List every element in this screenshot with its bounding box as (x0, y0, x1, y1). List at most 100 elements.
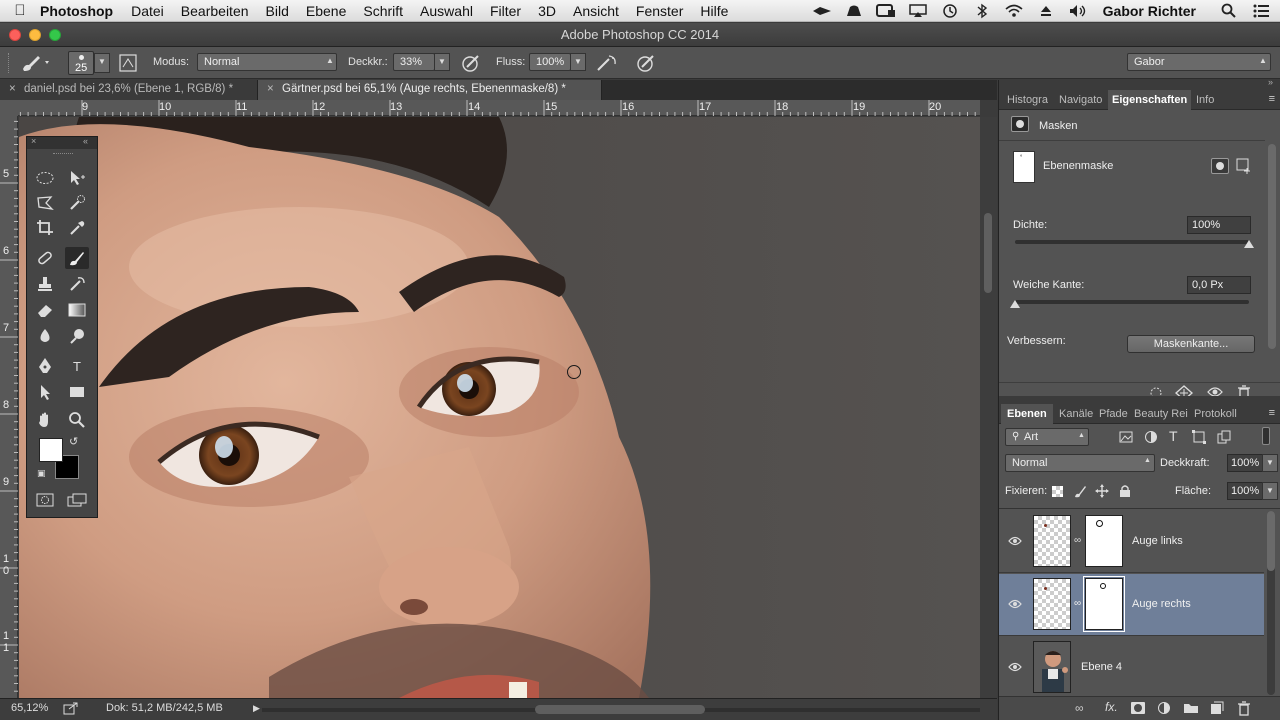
tab-info[interactable]: Info (1196, 90, 1214, 110)
export-icon[interactable] (63, 701, 79, 718)
hat-icon[interactable] (843, 3, 865, 19)
apple-icon[interactable]:  (0, 2, 40, 19)
collapse-dock-icon[interactable]: » (1268, 77, 1273, 87)
menu-ebene[interactable]: Ebene (306, 3, 346, 19)
menu-datei[interactable]: Datei (131, 3, 164, 19)
spotlight-search-icon[interactable] (1218, 3, 1240, 19)
link-layers-icon[interactable]: ∞ (1075, 701, 1084, 715)
close-tab-icon[interactable]: × (9, 83, 16, 95)
brush-panel-toggle-icon[interactable] (119, 54, 137, 75)
healing-brush-tool-icon[interactable] (33, 247, 57, 269)
brush-size-dropdown[interactable]: ▼ (94, 53, 110, 73)
lock-transparent-icon[interactable] (1052, 486, 1063, 497)
lock-position-icon[interactable] (1095, 484, 1109, 501)
eraser-tool-icon[interactable] (33, 299, 57, 321)
layer-opacity-dropdown[interactable]: ▼ (1262, 454, 1278, 472)
ruler-origin[interactable] (0, 100, 18, 116)
screen-mode-icon[interactable] (65, 489, 89, 511)
quick-selection-tool-icon[interactable] (65, 192, 89, 214)
tab-histogram[interactable]: Histogra (1007, 90, 1048, 110)
blur-tool-icon[interactable] (33, 325, 57, 347)
tools-panel-header[interactable]: × « (27, 136, 97, 149)
bird-icon[interactable] (811, 3, 833, 19)
menu-app-name[interactable]: Photoshop (40, 3, 113, 19)
filter-adjustment-icon[interactable] (1144, 430, 1158, 447)
filter-toggle-switch[interactable] (1262, 427, 1270, 445)
hand-tool-icon[interactable] (33, 409, 57, 431)
menu-filter[interactable]: Filter (490, 3, 521, 19)
horizontal-scrollbar-thumb[interactable] (535, 705, 705, 714)
new-group-icon[interactable] (1183, 701, 1199, 717)
layer-row-ebene-4[interactable]: Ebene 4 (999, 637, 1264, 699)
close-panel-icon[interactable]: × (31, 136, 36, 146)
lock-pixels-icon[interactable] (1073, 484, 1087, 501)
history-brush-tool-icon[interactable] (65, 273, 89, 295)
menu-schrift[interactable]: Schrift (363, 3, 403, 19)
filter-smartobject-icon[interactable] (1217, 430, 1231, 447)
properties-scrollbar-thumb[interactable] (1268, 144, 1276, 349)
menu-fenster[interactable]: Fenster (636, 3, 683, 19)
layers-panel-menu-icon[interactable]: ≡ (1269, 407, 1275, 419)
dodge-tool-icon[interactable] (65, 325, 89, 347)
fill-field[interactable]: 100% (1227, 482, 1263, 500)
mask-edge-button[interactable]: Maskenkante... (1127, 335, 1255, 353)
gradient-tool-icon[interactable] (65, 299, 89, 321)
pixel-mask-button[interactable] (1211, 158, 1229, 174)
tools-grip[interactable] (53, 153, 73, 155)
layer-row-auge-rechts[interactable]: ∞ Auge rechts (999, 574, 1264, 636)
layer-visibility-eye-icon[interactable] (1008, 661, 1022, 675)
menu-bild[interactable]: Bild (266, 3, 289, 19)
layer-link-icon[interactable]: ∞ (1074, 535, 1081, 546)
opacity-field[interactable]: 33% (393, 53, 435, 71)
flow-dropdown[interactable]: ▼ (570, 53, 586, 71)
tab-paths[interactable]: Pfade (1099, 404, 1128, 424)
workspace-select[interactable]: Gabor (1127, 53, 1271, 71)
menu-hilfe[interactable]: Hilfe (700, 3, 728, 19)
new-adjustment-layer-icon[interactable] (1157, 701, 1171, 718)
layer-link-icon[interactable]: ∞ (1074, 598, 1081, 609)
eyedropper-tool-icon[interactable] (65, 217, 89, 239)
brush-size-picker[interactable]: 25 (68, 51, 94, 75)
menu-bearbeiten[interactable]: Bearbeiten (181, 3, 249, 19)
scrollbar-thumb[interactable] (984, 213, 992, 293)
options-grip[interactable] (8, 53, 12, 73)
default-colors-icon[interactable]: ▣ (37, 468, 46, 479)
menu-ansicht[interactable]: Ansicht (573, 3, 619, 19)
status-menu-arrow-icon[interactable]: ▶ (253, 703, 260, 714)
opacity-dropdown[interactable]: ▼ (434, 53, 450, 71)
layers-scrollbar[interactable] (1267, 511, 1275, 695)
zoom-tool-icon[interactable] (65, 409, 89, 431)
layer-mask-thumbnail[interactable] (1085, 515, 1123, 567)
density-slider-knob[interactable] (1244, 240, 1254, 248)
rectangle-tool-icon[interactable] (65, 381, 89, 403)
brush-tool-icon[interactable] (65, 247, 89, 269)
layer-filter-select[interactable]: ⚲ Art ▲ (1005, 428, 1089, 446)
zoom-level[interactable]: 65,12% (11, 702, 48, 714)
close-tab-icon[interactable]: × (267, 83, 274, 95)
document-canvas[interactable] (19, 117, 980, 698)
delete-layer-icon[interactable] (1237, 701, 1251, 719)
layer-visibility-eye-icon[interactable] (1008, 598, 1022, 612)
filter-shape-icon[interactable] (1192, 430, 1206, 447)
tab-properties[interactable]: Eigenschaften (1108, 90, 1192, 110)
tab-gaertner[interactable]: × Gärtner.psd bei 65,1% (Auge rechts, Eb… (258, 80, 602, 100)
display-icon[interactable] (875, 3, 897, 19)
notification-list-icon[interactable] (1250, 3, 1272, 19)
density-field[interactable]: 100% (1187, 216, 1251, 234)
type-tool-icon[interactable]: T (65, 355, 89, 377)
tab-layers[interactable]: Ebenen (1001, 404, 1053, 424)
tab-daniel[interactable]: × daniel.psd bei 23,6% (Ebene 1, RGB/8) … (0, 80, 258, 100)
tab-history[interactable]: Protokoll (1194, 404, 1237, 424)
tab-navigator[interactable]: Navigato (1059, 90, 1102, 110)
feather-slider-knob[interactable] (1010, 300, 1020, 308)
density-slider[interactable] (1015, 240, 1249, 244)
elliptical-marquee-tool-icon[interactable] (33, 167, 57, 189)
crop-tool-icon[interactable] (33, 217, 57, 239)
collapse-panel-icon[interactable]: « (83, 136, 88, 146)
add-mask-icon[interactable] (1131, 702, 1145, 714)
menu-user[interactable]: Gabor Richter (1103, 3, 1196, 19)
wifi-icon[interactable] (1003, 3, 1025, 19)
horizontal-ruler[interactable]: 9 10 11 12 13 14 15 16 17 18 19 20 (18, 100, 980, 116)
pressure-size-icon[interactable] (636, 53, 658, 76)
fill-dropdown[interactable]: ▼ (1262, 482, 1278, 500)
